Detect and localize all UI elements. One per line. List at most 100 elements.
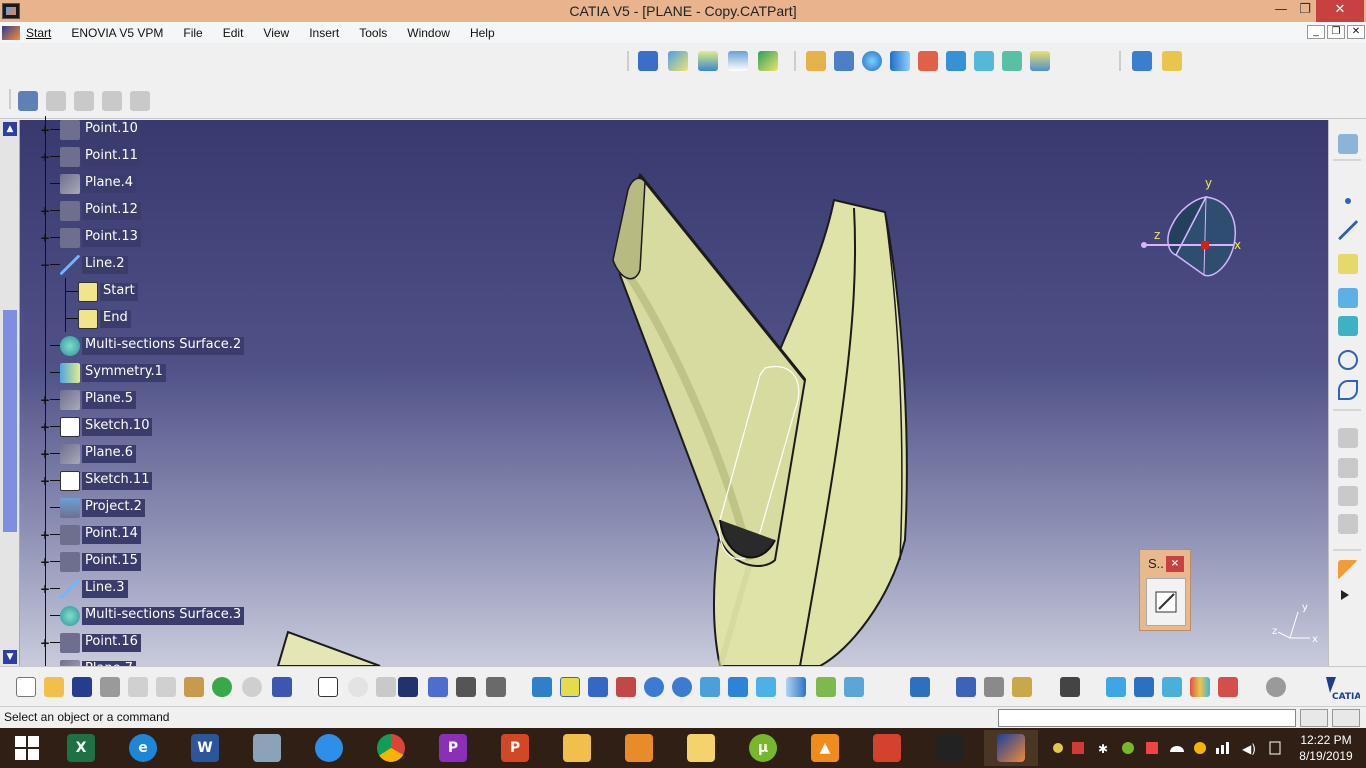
catia-taskbar-icon[interactable] [984, 730, 1038, 766]
multi-view-icon[interactable] [728, 677, 748, 697]
new-file-icon[interactable] [16, 677, 36, 697]
internet-explorer-icon[interactable]: e [116, 730, 170, 766]
scroll-up-arrow[interactable]: ▲ [3, 122, 17, 136]
layer-icon[interactable] [1030, 51, 1050, 71]
measure-item-icon[interactable] [984, 677, 1004, 697]
tree-item[interactable]: Multi-sections Surface.2 [38, 332, 298, 359]
circle-tool-icon[interactable] [1338, 350, 1358, 370]
select-cursor-icon[interactable] [1338, 560, 1358, 580]
lock-icon[interactable] [456, 677, 476, 697]
tree-item[interactable]: − Line.2 [38, 251, 298, 278]
disabled-tool-icon[interactable] [376, 677, 396, 697]
doc-minimize-button[interactable]: _ [1307, 25, 1325, 39]
expand-icon[interactable]: + [40, 394, 50, 406]
powerpoint-icon[interactable]: P [488, 730, 542, 766]
tree-expand-icon[interactable] [428, 677, 448, 697]
menu-start[interactable]: Start [26, 26, 61, 40]
capture-icon[interactable] [1060, 677, 1080, 697]
sphere-icon[interactable] [862, 51, 882, 71]
floating-toolbar-close-button[interactable]: × [1166, 556, 1184, 572]
expand-icon[interactable]: + [40, 124, 50, 136]
measure-icon[interactable] [956, 677, 976, 697]
doc-restore-button[interactable]: ❐ [1327, 25, 1345, 39]
tree-item[interactable]: + Point.13 [38, 224, 298, 251]
expand-icon[interactable]: + [40, 529, 50, 541]
sweep-icon[interactable] [918, 51, 938, 71]
update-icon[interactable] [1266, 677, 1286, 697]
inertia-icon[interactable] [1012, 677, 1032, 697]
repetition-icon[interactable] [1132, 51, 1152, 71]
menu-enovia[interactable]: ENOVIA V5 VPM [61, 26, 173, 40]
disabled-tool-icon[interactable] [1338, 486, 1358, 506]
menu-file[interactable]: File [173, 26, 212, 40]
tree-item[interactable]: + Point.12 [38, 197, 298, 224]
revolve-icon[interactable] [834, 51, 854, 71]
scroll-thumb[interactable] [3, 310, 17, 532]
tree-item[interactable]: + Sketch.10 [38, 413, 298, 440]
tree-item[interactable]: + Point.16 [38, 629, 298, 656]
copy-icon[interactable] [156, 677, 176, 697]
formula-icon[interactable] [318, 677, 338, 697]
print-icon[interactable] [100, 677, 120, 697]
open-folder-icon[interactable] [44, 677, 64, 697]
fly-mode-icon[interactable] [532, 677, 552, 697]
zoom-in-icon[interactable] [644, 677, 664, 697]
movie-maker-icon[interactable] [922, 730, 976, 766]
vlc-icon[interactable]: ▲ [798, 730, 852, 766]
media-player-icon[interactable] [612, 730, 666, 766]
rotate-icon[interactable] [616, 677, 636, 697]
tree-item[interactable]: + Plane.6 [38, 440, 298, 467]
disabled-tool-icon[interactable] [46, 91, 66, 111]
doc-close-button[interactable]: ✕ [1347, 25, 1365, 39]
disabled-tool-icon[interactable] [74, 91, 94, 111]
expand-icon[interactable]: + [40, 637, 50, 649]
windows-start-button[interactable] [0, 730, 54, 766]
excel-icon[interactable]: X [54, 730, 108, 766]
analysis-icon[interactable] [1106, 677, 1126, 697]
utorrent-icon[interactable]: μ [736, 730, 790, 766]
menu-view[interactable]: View [253, 26, 299, 40]
tree-item[interactable]: + Plane.5 [38, 386, 298, 413]
tree-item[interactable]: + Point.14 [38, 521, 298, 548]
split-icon[interactable] [728, 51, 748, 71]
menu-edit[interactable]: Edit [213, 26, 254, 40]
expand-icon[interactable]: + [40, 583, 50, 595]
fit-all-icon[interactable] [560, 677, 580, 697]
command-options-button[interactable] [1300, 709, 1328, 727]
close-button[interactable]: ✕ [1316, 0, 1364, 22]
picsart-icon[interactable]: P [426, 730, 480, 766]
cut-icon[interactable] [128, 677, 148, 697]
projection-icon[interactable] [1338, 288, 1358, 308]
draft-analysis-icon[interactable] [1134, 677, 1154, 697]
disabled-tool-icon[interactable] [1338, 514, 1358, 534]
connect-checker-icon[interactable] [1190, 677, 1210, 697]
chevron-right-icon[interactable] [1341, 590, 1351, 600]
expand-icon[interactable]: + [40, 421, 50, 433]
part-properties-icon[interactable] [18, 91, 38, 111]
spline-tool-icon[interactable] [1338, 380, 1358, 400]
disabled-tool-icon[interactable] [130, 91, 150, 111]
tree-item[interactable]: + Point.11 [38, 143, 298, 170]
stack-icon[interactable] [1162, 51, 1182, 71]
tree-item[interactable]: + Sketch.11 [38, 467, 298, 494]
point-tool-icon[interactable] [1345, 198, 1351, 204]
hide-show-icon[interactable] [816, 677, 836, 697]
expand-icon[interactable]: + [40, 556, 50, 568]
expand-icon[interactable]: + [40, 475, 50, 487]
redo-icon[interactable] [242, 677, 262, 697]
collapse-icon[interactable]: − [40, 259, 50, 271]
intersection-icon[interactable] [1338, 316, 1358, 336]
pan-icon[interactable] [588, 677, 608, 697]
document-icon[interactable] [2, 25, 20, 40]
tree-item[interactable]: End [38, 305, 298, 332]
catalog-icon[interactable] [486, 677, 506, 697]
manipulate-icon[interactable] [910, 677, 930, 697]
zoom-out-icon[interactable] [672, 677, 692, 697]
menu-window[interactable]: Window [397, 26, 460, 40]
expand-icon[interactable]: + [40, 232, 50, 244]
tree-scrollbar[interactable]: ▲ ▼ [0, 120, 20, 666]
tree-item[interactable]: + Line.3 [38, 575, 298, 602]
paste-icon[interactable] [184, 677, 204, 697]
tree-item[interactable]: Symmetry.1 [38, 359, 298, 386]
transform-icon[interactable] [758, 51, 778, 71]
